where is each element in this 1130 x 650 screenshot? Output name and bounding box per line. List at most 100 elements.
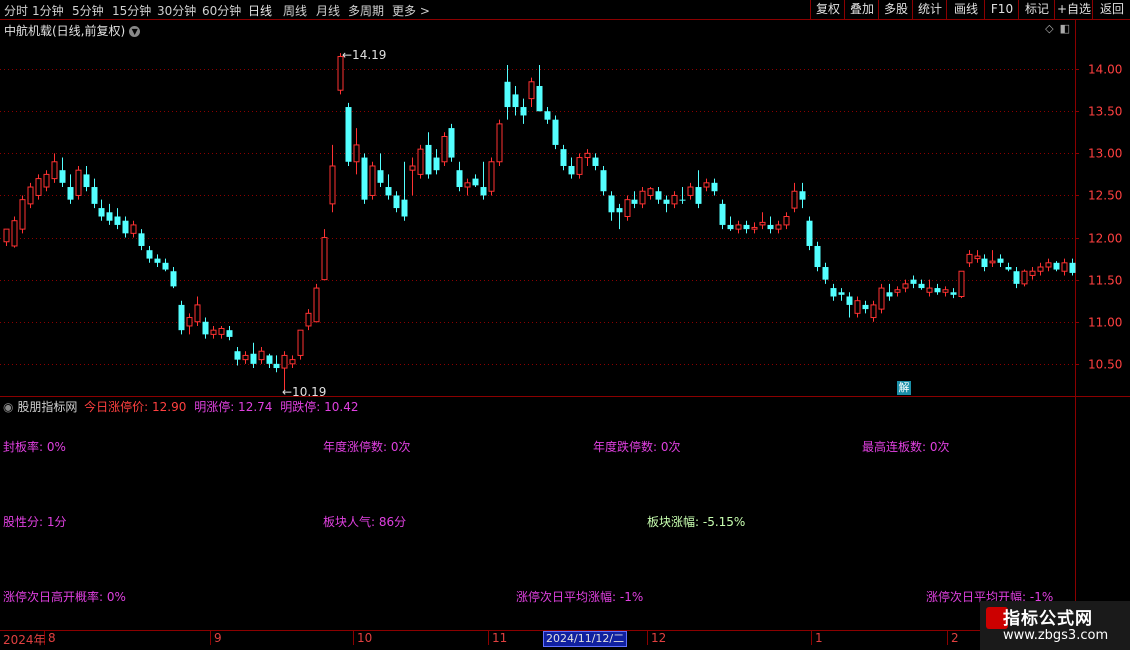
candle-body [433,157,440,171]
candle-body [369,165,376,196]
candle-body [592,157,599,166]
time-label: 12 [651,631,667,645]
candle-body [122,220,129,234]
candle-body [106,212,113,221]
candle-body [385,187,392,196]
y-tick-label: 13.50 [1088,105,1122,119]
candle-body [1021,270,1028,285]
low-annotation: ←10.19 [282,385,326,399]
candle-body [926,287,933,293]
sector-change: 板块涨幅: -5.15% [647,515,746,529]
candle-body [3,228,10,243]
collapse-icon[interactable]: ◉ [3,400,13,414]
candle-body [759,221,766,226]
candle-body [194,304,201,323]
candle-body [138,233,145,246]
candle-body [480,187,487,196]
candle-body [361,157,368,200]
indicator-header: ◉ 股朋指标网 今日涨停价: 12.90 明涨停: 12.74 明跌停: 10.… [3,398,358,415]
y-tick-label: 12.00 [1088,232,1122,246]
high-annotation: ←14.19 [342,48,386,62]
candle-body [663,199,670,204]
candle-body [647,188,654,196]
candle-body [560,149,567,166]
candle-body [958,270,965,297]
candle-body [242,354,249,361]
candle-body [727,224,734,230]
y-tick-label: 10.50 [1088,358,1122,372]
candle-body [472,178,479,186]
candle-body [743,224,750,230]
indicator-name: 股朋指标网 [17,400,78,414]
candle-body [894,289,901,293]
candle-body [735,224,742,230]
candle-body [401,199,408,217]
limit-up-tomorrow: 明涨停: 12.74 [194,400,273,414]
kline-chart[interactable]: 14.00 13.50 13.00 12.50 12.00 11.50 11.00 10.50… [0,0,1130,650]
candle-body [584,152,591,159]
candle-body [464,182,471,188]
candle-body [679,199,686,201]
candle-body [1005,267,1012,270]
candle-body [552,119,559,145]
candle-body [297,329,304,356]
time-label: 11 [492,631,508,645]
candle-body [281,354,288,369]
candle-body [767,224,774,230]
candle-body [35,178,42,196]
candle-body [226,330,233,337]
candle-body [186,317,193,327]
jie-badge[interactable]: 解 [897,381,911,395]
candle-body [162,262,169,270]
candle-body [838,292,845,295]
candle-body [854,300,861,314]
candle-body [456,170,463,188]
time-label: 10 [357,631,373,645]
candle-body [870,304,877,319]
time-label: 1 [815,631,823,645]
candle-body [902,283,909,289]
candle-body [814,245,821,268]
time-label: 9 [214,631,222,645]
candle-body [695,187,702,204]
candle-body [1037,266,1044,272]
selected-date-label: 2024/11/12/二 [543,631,628,647]
candle-body [11,220,18,247]
annual-limit-down-count: 年度跌停数: 0次 [593,440,681,454]
candle-body [305,312,312,327]
candle-body [43,173,50,188]
y-tick-label: 14.00 [1088,63,1122,77]
candle-body [966,253,973,264]
candle-body [687,186,694,196]
candle-body [210,329,217,335]
candle-body [114,216,121,225]
candle-body [59,170,66,183]
candle-body [910,279,917,284]
candle-body [1053,262,1060,270]
candle-body [496,123,503,163]
candle-body [313,287,320,323]
candle-body [989,260,996,264]
candle-body [806,220,813,246]
candle-body [520,107,527,116]
candle-body [631,199,638,204]
candle-body [1013,271,1020,284]
candle-body [393,195,400,209]
candle-body [862,304,869,310]
candle-body [488,161,495,192]
candle-body [218,327,225,335]
candle-body [711,182,718,192]
candle-body [353,144,360,163]
candle-body [751,226,758,230]
time-axis[interactable]: 2024年 8 9 10 11 12 1 2 [0,630,1075,647]
candle-body [178,304,185,331]
candle-body [512,94,519,108]
candle-body [719,203,726,225]
candle-body [576,157,583,175]
limit-up-today: 今日涨停价: 12.90 [84,400,187,414]
seal-rate: 封板率: 0% [3,440,66,454]
candle-body [448,128,455,158]
candle-body [258,350,265,361]
candle-body [329,165,336,205]
candle-body [154,258,161,263]
